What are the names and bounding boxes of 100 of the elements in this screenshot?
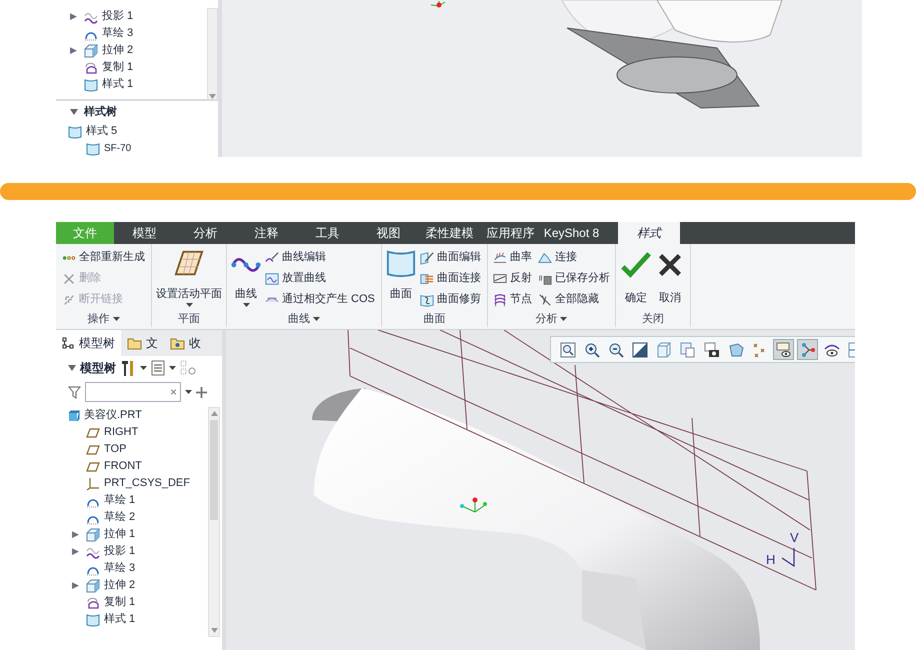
tree-item[interactable]: 投影 1: [102, 8, 134, 25]
ribbon-tab[interactable]: 样式: [618, 222, 680, 244]
folder-star-icon: [170, 336, 185, 350]
expand-arrow[interactable]: ▶: [72, 547, 82, 556]
plane-icon: [86, 426, 100, 440]
zoom-in-icon: [584, 342, 600, 358]
ribbon-large-button[interactable]: 取消: [656, 250, 684, 306]
caret-icon: [140, 366, 147, 370]
ribbon-large-button[interactable]: 确定: [622, 250, 650, 306]
tools-icon[interactable]: [120, 359, 136, 377]
ribbon-button[interactable]: 通过相交产生 COS: [263, 289, 377, 310]
broken-link-icon: [62, 292, 76, 306]
cube-icon: [656, 342, 672, 358]
tree-item[interactable]: 样式 5: [86, 123, 118, 140]
cube-icon: [84, 44, 98, 58]
cube-icon: [86, 528, 100, 542]
group-label[interactable]: 操作: [88, 310, 110, 328]
group-label[interactable]: 分析: [535, 310, 558, 328]
ribbon-tab[interactable]: 分析: [175, 222, 236, 244]
ribbon-tab[interactable]: KeyShot 8: [541, 222, 602, 244]
tree-item[interactable]: FRONT: [104, 458, 142, 475]
camera-icon: [704, 342, 720, 358]
toolbar-button[interactable]: [773, 339, 794, 360]
list-settings-icon[interactable]: [151, 360, 165, 376]
tree-item[interactable]: TOP: [104, 441, 126, 458]
tree-item[interactable]: 拉伸 1: [104, 526, 136, 543]
ribbon-button[interactable]: 曲线编辑: [263, 247, 377, 268]
expand-arrow[interactable]: ▶: [70, 46, 80, 55]
collapse-arrow-icon[interactable]: [68, 365, 76, 371]
panel-tab[interactable]: 模型树: [56, 330, 121, 356]
cube-icon: [86, 578, 100, 592]
section-title: 模型树: [80, 360, 116, 377]
caret-icon: [185, 390, 192, 394]
surface-icon: [86, 142, 100, 156]
axes-icon: [86, 476, 100, 490]
group-label[interactable]: 曲线: [288, 310, 310, 328]
scrollbar[interactable]: [207, 8, 218, 100]
plus-icon[interactable]: [196, 386, 207, 398]
tree-item[interactable]: 草绘 1: [104, 492, 136, 509]
expand-arrow[interactable]: ▶: [72, 530, 82, 539]
ribbon-button[interactable]: 曲面编辑: [418, 247, 483, 268]
scrollbar-thumb[interactable]: [210, 420, 218, 520]
tree-item[interactable]: 草绘 2: [104, 509, 136, 526]
expand-arrow[interactable]: ▶: [72, 581, 82, 590]
ribbon-button[interactable]: 全部重新生成: [60, 247, 147, 268]
ribbon-tab[interactable]: 应用程序: [480, 222, 541, 244]
group-label: 平面: [178, 312, 200, 327]
tree-item[interactable]: 样式 1: [104, 611, 136, 628]
check-icon: [620, 250, 651, 280]
ribbon-tab[interactable]: 柔性建模: [419, 222, 480, 244]
tree-item[interactable]: 复制 1: [104, 594, 136, 611]
ribbon-tab[interactable]: 工具: [297, 222, 358, 244]
curvature-icon: [492, 250, 507, 264]
ribbon-button[interactable]: 节点: [490, 289, 534, 310]
ribbon-button[interactable]: 曲率: [490, 247, 534, 268]
tree-item[interactable]: 拉伸 2: [102, 42, 134, 59]
scroll-down-icon[interactable]: [210, 628, 218, 633]
node-link-icon: [800, 342, 816, 358]
ribbon-tab[interactable]: 注释: [236, 222, 297, 244]
ribbon-button[interactable]: 全部隐藏: [536, 289, 612, 310]
ribbon-button[interactable]: 曲面连接: [418, 268, 483, 289]
ribbon-button[interactable]: 连接: [536, 247, 612, 268]
ribbon-large-button[interactable]: 设置活动平面: [156, 244, 222, 306]
ribbon-tab[interactable]: 模型: [114, 222, 175, 244]
scroll-down-icon[interactable]: [209, 94, 216, 99]
clear-button[interactable]: ×: [170, 383, 177, 401]
folder-icon: [127, 336, 142, 350]
surface-trim-icon: [420, 292, 434, 306]
tree-item[interactable]: 美容仪.PRT: [84, 407, 142, 424]
reflection-icon: [492, 272, 507, 286]
surface-connect-icon: [420, 272, 434, 286]
search-field[interactable]: ×: [85, 382, 181, 402]
ribbon-large-button[interactable]: 曲线: [231, 244, 261, 310]
ribbon-button[interactable]: 已保存分析: [536, 268, 612, 289]
repaint-icon: [632, 342, 648, 358]
ribbon-button[interactable]: 曲面修剪: [418, 289, 483, 310]
ribbon-button[interactable]: 反射: [490, 268, 534, 289]
scrollbar[interactable]: [208, 407, 220, 637]
tree-item[interactable]: 样式 1: [102, 76, 134, 93]
zoom-fit-icon: [560, 342, 576, 358]
filter-icon[interactable]: [68, 386, 81, 398]
ribbon-tab[interactable]: 视图: [358, 222, 419, 244]
plane-icon: [86, 442, 100, 456]
tree-item[interactable]: PRT_CSYS_DEF: [104, 475, 190, 492]
tree-item[interactable]: 草绘 3: [104, 560, 136, 577]
tree-filter-icon[interactable]: [180, 360, 196, 376]
ribbon-large-button[interactable]: 曲面: [386, 244, 416, 310]
tree-item[interactable]: RIGHT: [104, 424, 138, 441]
group-label: 曲面: [423, 312, 446, 327]
tree-item[interactable]: 拉伸 2: [104, 577, 136, 594]
ribbon-button[interactable]: 放置曲线: [263, 268, 377, 289]
tree-item[interactable]: 草绘 3: [102, 25, 134, 42]
tree-item[interactable]: 复制 1: [102, 59, 134, 76]
collapse-arrow-icon[interactable]: [70, 109, 78, 115]
surface-icon: [86, 612, 100, 626]
scroll-up-icon[interactable]: [210, 411, 218, 416]
expand-arrow[interactable]: ▶: [70, 12, 80, 21]
tree-item[interactable]: SF-70: [104, 141, 132, 156]
tree-item[interactable]: 投影 1: [104, 543, 136, 560]
group-label: 关闭: [642, 312, 664, 327]
